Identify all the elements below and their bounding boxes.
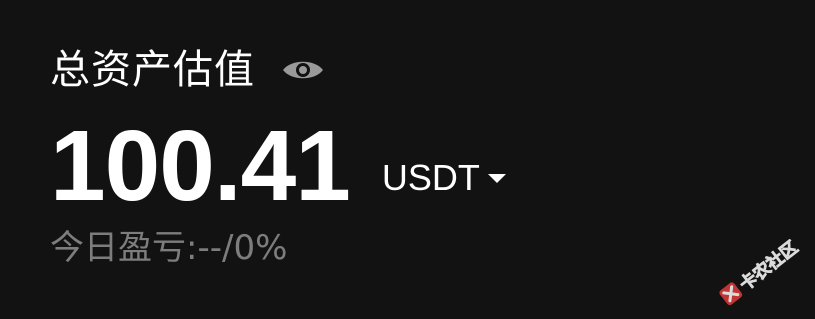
caret-down-icon [487,173,506,183]
pnl-row: 今日盈亏:--/0% [50,224,780,272]
today-pnl: 今日盈亏:--/0% [50,228,288,268]
total-balance-value: 100.41 [50,110,351,222]
watermark-logo: 卡农社区 [709,236,809,307]
svg-text:卡农社区: 卡农社区 [736,239,803,295]
currency-selector[interactable]: USDT [382,160,506,196]
asset-overview: 总资产估值 100.41 USDT 今日盈亏:--/0% [50,38,780,272]
eye-icon[interactable] [281,57,325,83]
currency-label: USDT [381,157,480,198]
page-title: 总资产估值 [50,47,255,93]
title-row: 总资产估值 [50,38,780,102]
balance-row: 100.41 USDT [50,116,780,220]
